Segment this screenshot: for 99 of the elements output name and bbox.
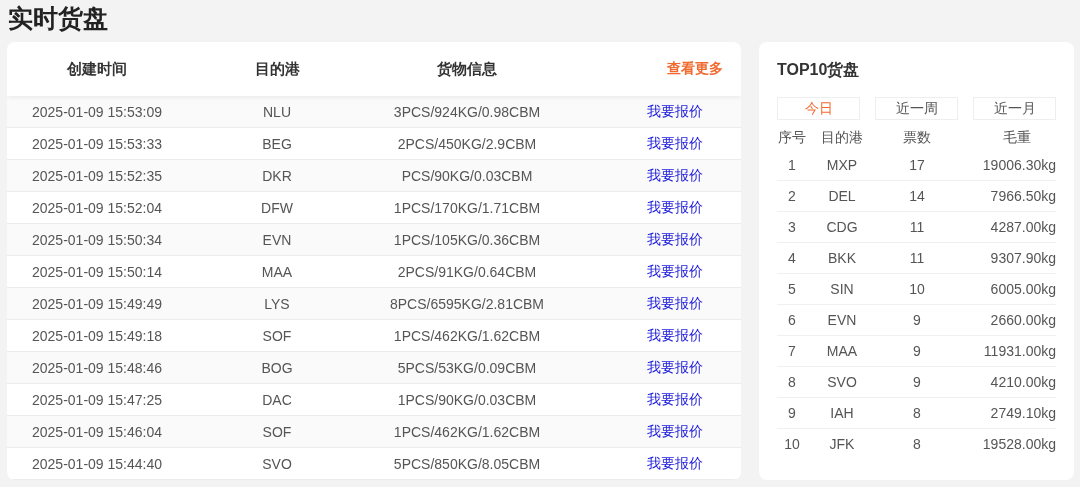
quote-link[interactable]: 我要报价	[567, 390, 741, 409]
port-cell-text: BEG	[261, 135, 293, 152]
count-cell-text: 11	[908, 250, 926, 266]
time-cell-text: 2025-01-09 15:48:46	[31, 359, 163, 376]
quote-link[interactable]: 我要报价	[567, 294, 741, 313]
port-cell-text: BKK	[827, 250, 857, 266]
count-cell-text: 9	[912, 374, 922, 390]
time-cell-text: 2025-01-09 15:53:33	[31, 135, 163, 152]
count-cell-text: 8	[912, 405, 922, 421]
column-header: 目的港	[253, 59, 301, 79]
time-cell-text: 2025-01-09 15:50:14	[31, 263, 163, 280]
column-header: 序号	[777, 129, 807, 147]
column-header: 票数	[902, 129, 932, 147]
period-tab[interactable]: 近一月	[973, 97, 1056, 120]
port-cell-text: EVN	[826, 312, 858, 328]
cargo-cell-text: 1PCS/462KG/1.62CBM	[392, 423, 542, 440]
time-cell-text: 2025-01-09 15:52:35	[31, 167, 163, 184]
count-cell-text: 14	[908, 188, 926, 204]
weight-cell-text: 9307.90kg	[989, 250, 1056, 266]
port-cell-text: DEL	[827, 188, 857, 204]
port-cell-text: LYS	[263, 295, 291, 312]
port-cell-text: MXP	[825, 157, 859, 173]
port-cell-text: DKR	[261, 167, 293, 184]
cargo-cell-text: 5PCS/53KG/0.09CBM	[396, 359, 538, 376]
time-cell-text: 2025-01-09 15:49:18	[31, 327, 163, 344]
quote-link[interactable]: 我要报价	[567, 454, 741, 473]
column-header: 货物信息	[436, 59, 498, 79]
panel-title: TOP10货盘	[777, 60, 861, 81]
cargo-cell-text: 2PCS/450KG/2.9CBM	[396, 135, 538, 152]
time-cell-text: 2025-01-09 15:49:49	[31, 295, 163, 312]
count-cell-text: 10	[908, 281, 926, 297]
weight-cell-text: 11931.00kg	[982, 343, 1056, 359]
count-cell-text: 8	[912, 436, 922, 452]
cargo-cell-text: PCS/90KG/0.03CBM	[400, 167, 534, 184]
cargo-cell-text: 8PCS/6595KG/2.81CBM	[388, 295, 546, 312]
cargo-cell-text: 1PCS/105KG/0.36CBM	[392, 231, 542, 248]
cargo-cell-text: 1PCS/90KG/0.03CBM	[396, 391, 538, 408]
port-cell-text: SOF	[261, 423, 293, 440]
port-cell-text: DFW	[260, 199, 294, 216]
count-cell-text: 11	[908, 219, 926, 235]
rank-cell-text: 4	[787, 250, 797, 266]
count-cell-text: 9	[912, 312, 922, 328]
rank-cell-text: 3	[787, 219, 797, 235]
time-cell-text: 2025-01-09 15:47:25	[31, 391, 163, 408]
weight-cell-text: 19006.30kg	[981, 157, 1056, 173]
page-title: 实时货盘	[8, 3, 109, 34]
quote-link[interactable]: 我要报价	[567, 358, 741, 377]
weight-cell-text: 2660.00kg	[989, 312, 1056, 328]
port-cell-text: DAC	[261, 391, 293, 408]
rank-cell-text: 7	[787, 343, 797, 359]
column-header: 创建时间	[66, 59, 128, 79]
weight-cell-text: 4210.00kg	[989, 374, 1056, 390]
quote-link[interactable]: 我要报价	[567, 102, 741, 121]
time-cell-text: 2025-01-09 15:52:04	[31, 199, 163, 216]
count-cell-text: 9	[912, 343, 922, 359]
quote-link[interactable]: 我要报价	[567, 134, 741, 153]
weight-cell-text: 2749.10kg	[989, 405, 1056, 421]
port-cell-text: EVN	[261, 231, 293, 248]
count-cell-text: 17	[908, 157, 926, 173]
column-header: 毛重	[1001, 129, 1032, 147]
quote-link[interactable]: 我要报价	[567, 262, 741, 281]
port-cell-text: SVO	[826, 374, 858, 390]
port-cell-text: NLU	[262, 103, 292, 120]
port-cell-text: SOF	[261, 327, 293, 344]
rank-cell-text: 6	[787, 312, 797, 328]
column-header: 目的港	[820, 129, 864, 147]
weight-cell-text: 6005.00kg	[989, 281, 1056, 297]
time-cell-text: 2025-01-09 15:44:40	[31, 455, 163, 472]
port-cell-text: SIN	[829, 281, 855, 297]
weight-cell-text: 19528.00kg	[981, 436, 1056, 452]
period-tab[interactable]: 近一周	[875, 97, 958, 120]
port-cell-text: IAH	[829, 405, 855, 421]
quote-link[interactable]: 我要报价	[567, 326, 741, 345]
port-cell-text: SVO	[261, 455, 293, 472]
cargo-cell-text: 5PCS/850KG/8.05CBM	[392, 455, 542, 472]
weight-cell-text: 7966.50kg	[989, 188, 1056, 204]
quote-link[interactable]: 我要报价	[567, 230, 741, 249]
time-cell-text: 2025-01-09 15:46:04	[31, 423, 163, 440]
rank-cell-text: 9	[787, 405, 797, 421]
port-cell-text: JFK	[828, 436, 856, 452]
weight-cell-text: 4287.00kg	[989, 219, 1056, 235]
time-cell-text: 2025-01-09 15:50:34	[31, 231, 163, 248]
port-cell-text: MAA	[825, 343, 859, 359]
rank-cell-text: 5	[787, 281, 797, 297]
time-cell-text: 2025-01-09 15:53:09	[31, 103, 163, 120]
port-cell-text: BOG	[260, 359, 294, 376]
cargo-cell-text: 1PCS/170KG/1.71CBM	[392, 199, 542, 216]
quote-link[interactable]: 我要报价	[567, 166, 741, 185]
rank-cell-text: 10	[783, 436, 801, 452]
quote-link[interactable]: 我要报价	[567, 198, 741, 217]
port-cell-text: MAA	[260, 263, 294, 280]
cargo-cell-text: 3PCS/924KG/0.98CBM	[392, 103, 542, 120]
rank-cell-text: 8	[787, 374, 797, 390]
rank-cell-text: 1	[787, 157, 797, 173]
rank-cell-text: 2	[787, 188, 797, 204]
cargo-cell-text: 2PCS/91KG/0.64CBM	[396, 263, 538, 280]
cargo-cell-text: 1PCS/462KG/1.62CBM	[392, 327, 542, 344]
quote-link[interactable]: 我要报价	[567, 422, 741, 441]
port-cell-text: CDG	[825, 219, 859, 235]
